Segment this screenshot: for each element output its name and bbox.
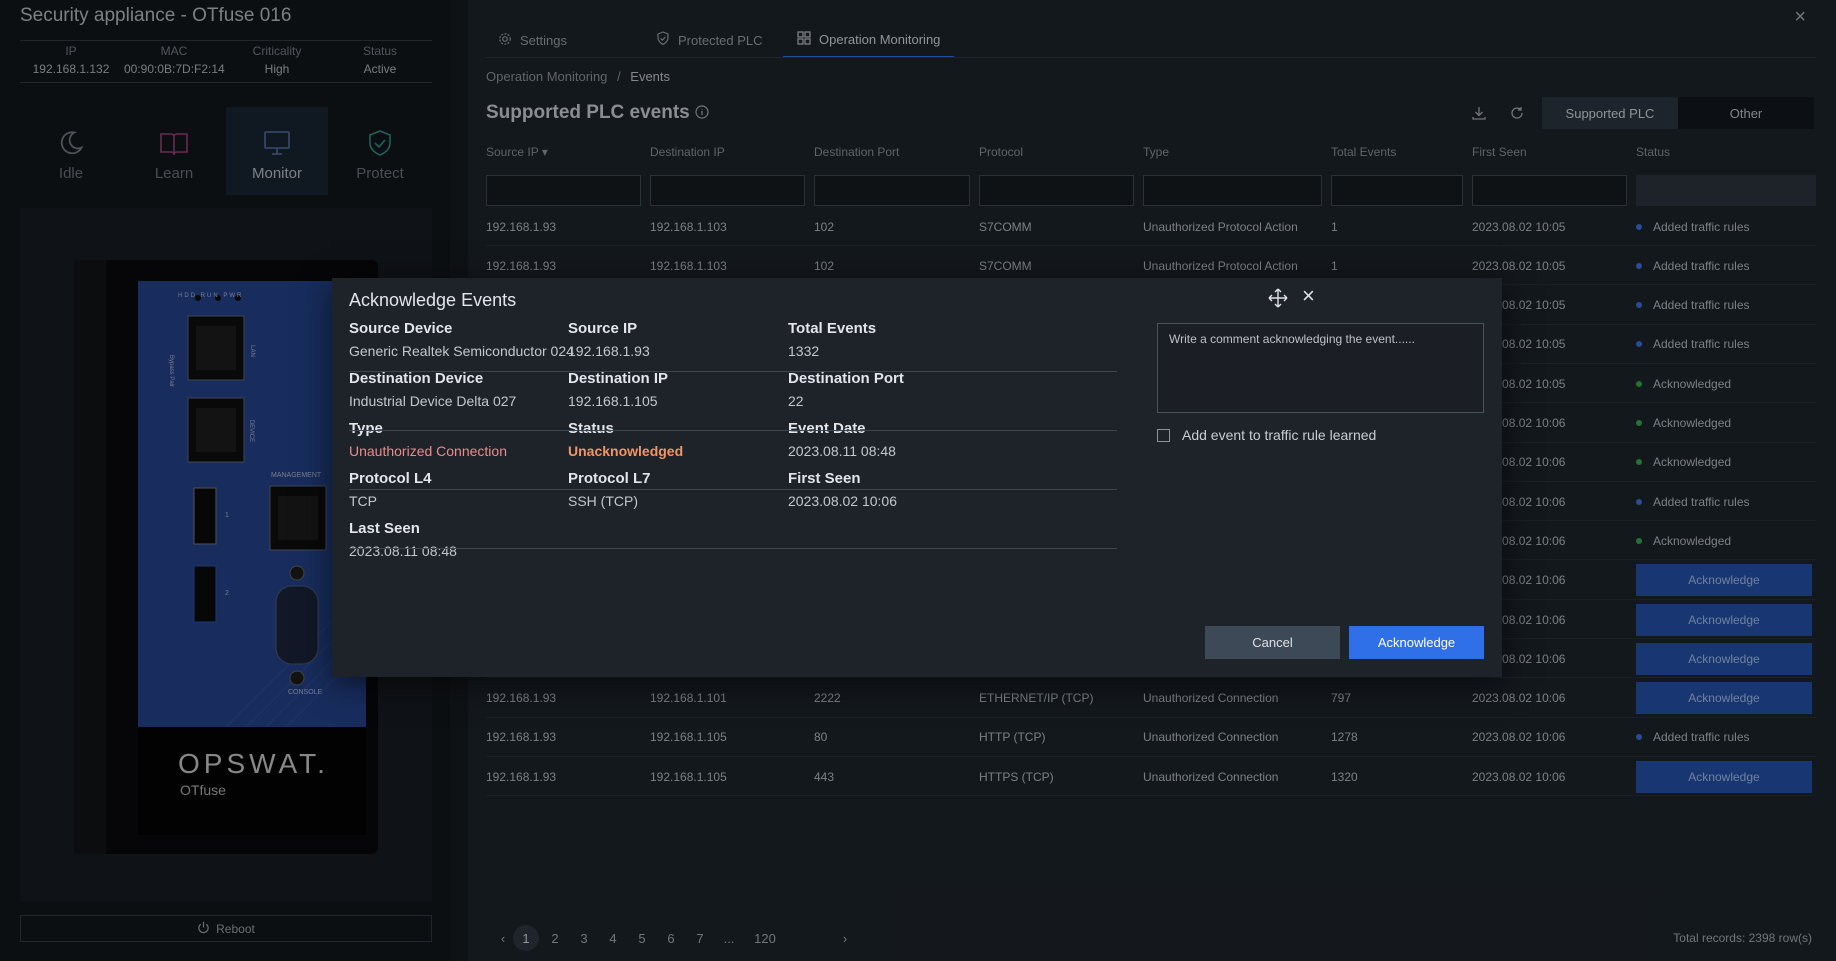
add-to-traffic-rule-checkbox[interactable]: Add event to traffic rule learned (1157, 427, 1376, 443)
detail-value: SSH (TCP) (568, 493, 638, 509)
divider (349, 489, 1117, 490)
detail-label: Protocol L7 (568, 470, 651, 487)
detail-label: Destination IP (568, 370, 669, 387)
detail-value: 22 (788, 393, 804, 409)
detail-value: TCP (349, 493, 377, 509)
detail-label: First Seen (788, 470, 861, 487)
detail-field: Total Events 1332 (788, 320, 876, 359)
detail-label: Total Events (788, 320, 877, 337)
close-icon[interactable]: × (1302, 285, 1315, 307)
detail-label: Destination Device (349, 370, 484, 387)
detail-field: Destination Device Industrial Device Delt… (349, 370, 516, 409)
acknowledge-events-dialog: Acknowledge Events × Source Device Generi… (332, 278, 1502, 677)
detail-label: Status (568, 420, 614, 437)
detail-field: Source Device Generic Realtek Semiconduct… (349, 320, 574, 359)
detail-label: Last Seen (349, 520, 420, 537)
detail-label: Protocol L4 (349, 470, 432, 487)
detail-value: Generic Realtek Semiconductor 024 (349, 343, 574, 359)
move-icon[interactable] (1268, 288, 1288, 313)
detail-field: Status Unacknowledged (568, 420, 683, 459)
detail-field: Destination Port 22 (788, 370, 904, 409)
checkbox-label: Add event to traffic rule learned (1182, 427, 1377, 443)
detail-value: 192.168.1.105 (568, 393, 658, 409)
detail-value: Unacknowledged (568, 443, 684, 459)
comment-textarea[interactable] (1157, 323, 1484, 413)
detail-value: Unauthorized Connection (349, 443, 507, 459)
checkbox-box[interactable] (1157, 428, 1170, 442)
detail-label: Source IP (568, 320, 638, 337)
detail-field: Source IP 192.168.1.93 (568, 320, 650, 359)
dialog-title: Acknowledge Events (349, 290, 517, 310)
divider (349, 548, 1117, 549)
detail-label: Type (349, 420, 383, 437)
detail-label: Destination Port (788, 370, 904, 387)
divider (349, 371, 1117, 372)
detail-label: Event Date (788, 420, 866, 437)
detail-field: Type Unauthorized Connection (349, 420, 507, 459)
cancel-button[interactable]: Cancel (1205, 626, 1340, 659)
detail-value: 2023.08.11 08:48 (788, 443, 896, 459)
detail-label: Source Device (349, 320, 453, 337)
detail-value: 2023.08.11 08:48 (349, 543, 457, 559)
divider (349, 430, 1117, 431)
detail-field: Last Seen 2023.08.11 08:48 (349, 520, 457, 559)
detail-value: 192.168.1.93 (568, 343, 650, 359)
detail-value: Industrial Device Delta 027 (349, 393, 517, 409)
detail-value: 2023.08.02 10:06 (788, 493, 897, 509)
detail-field: Event Date 2023.08.11 08:48 (788, 420, 896, 459)
detail-field: Destination IP 192.168.1.105 (568, 370, 668, 409)
acknowledge-button[interactable]: Acknowledge (1349, 626, 1484, 659)
detail-value: 1332 (788, 343, 820, 359)
